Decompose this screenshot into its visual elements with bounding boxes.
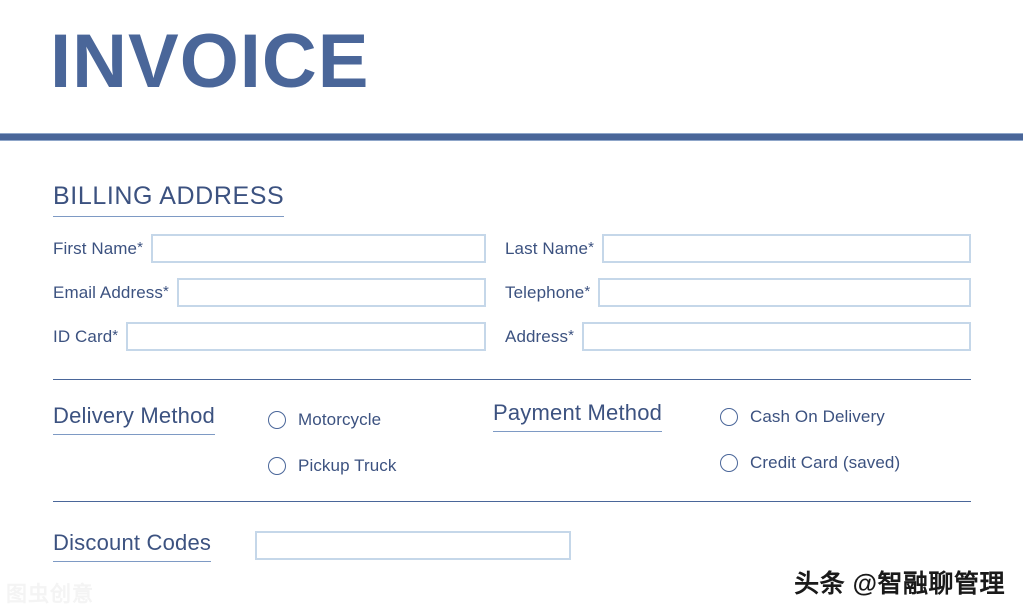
field-label-address: Address* <box>505 326 575 346</box>
payment-method-heading: Payment Method <box>493 400 663 432</box>
page-title: INVOICE <box>50 19 370 104</box>
discount-codes-heading-label: Discount Codes <box>53 530 212 562</box>
watermark-brand: 头条 @智融聊管理 <box>794 570 1005 598</box>
field-telephone: Telephone* <box>505 277 971 308</box>
required-marker: * <box>584 282 591 300</box>
field-label-telephone: Telephone* <box>505 282 591 302</box>
required-marker: * <box>162 282 169 300</box>
discount-codes-input[interactable] <box>255 531 571 560</box>
radio-circle-icon[interactable] <box>268 410 286 429</box>
first-name-input[interactable] <box>151 234 486 263</box>
radio-label-credit-card: Credit Card (saved) <box>750 452 901 472</box>
field-id-card: ID Card* <box>53 321 505 352</box>
radio-label-cash-on-delivery: Cash On Delivery <box>750 406 885 426</box>
radio-circle-icon[interactable] <box>720 407 738 426</box>
delivery-method-options: Motorcycle Pickup Truck <box>268 406 397 498</box>
billing-address-heading-label: BILLING ADDRESS <box>53 182 285 217</box>
telephone-input[interactable] <box>598 278 971 307</box>
field-email-address: Email Address* <box>53 277 505 308</box>
delivery-method-heading: Delivery Method <box>53 403 215 435</box>
required-marker: * <box>568 326 575 344</box>
field-label-email-address: Email Address* <box>53 282 169 302</box>
payment-method-options: Cash On Delivery Credit Card (saved) <box>720 403 900 495</box>
radio-circle-icon[interactable] <box>720 453 738 472</box>
billing-address-heading: BILLING ADDRESS <box>53 182 285 217</box>
section-divider-lower <box>53 501 971 502</box>
radio-option-motorcycle[interactable]: Motorcycle <box>268 406 397 433</box>
field-address: Address* <box>505 321 971 352</box>
radio-label-motorcycle: Motorcycle <box>298 409 382 429</box>
field-label-id-card: ID Card* <box>53 326 119 346</box>
watermark-corner: 图虫创意 <box>6 583 94 606</box>
discount-codes-heading: Discount Codes <box>53 530 212 562</box>
section-divider-upper <box>53 379 971 380</box>
required-marker: * <box>137 238 144 256</box>
radio-circle-icon[interactable] <box>268 456 286 475</box>
last-name-input[interactable] <box>602 234 971 263</box>
field-first-name: First Name* <box>53 233 505 264</box>
header-divider-rule <box>0 133 1023 141</box>
field-last-name: Last Name* <box>505 233 971 264</box>
field-label-first-name: First Name* <box>53 238 144 258</box>
radio-label-pickup-truck: Pickup Truck <box>298 455 397 475</box>
email-address-input[interactable] <box>176 278 486 307</box>
radio-option-pickup-truck[interactable]: Pickup Truck <box>268 452 397 479</box>
billing-address-form: First Name* Last Name* Email Address* Te… <box>53 233 971 352</box>
payment-method-heading-label: Payment Method <box>493 400 663 432</box>
address-input[interactable] <box>582 322 971 351</box>
radio-option-cash-on-delivery[interactable]: Cash On Delivery <box>720 403 900 430</box>
required-marker: * <box>112 326 119 344</box>
radio-option-credit-card[interactable]: Credit Card (saved) <box>720 449 900 476</box>
field-label-last-name: Last Name* <box>505 238 595 258</box>
id-card-input[interactable] <box>126 322 486 351</box>
required-marker: * <box>588 238 595 256</box>
delivery-method-heading-label: Delivery Method <box>53 403 215 435</box>
